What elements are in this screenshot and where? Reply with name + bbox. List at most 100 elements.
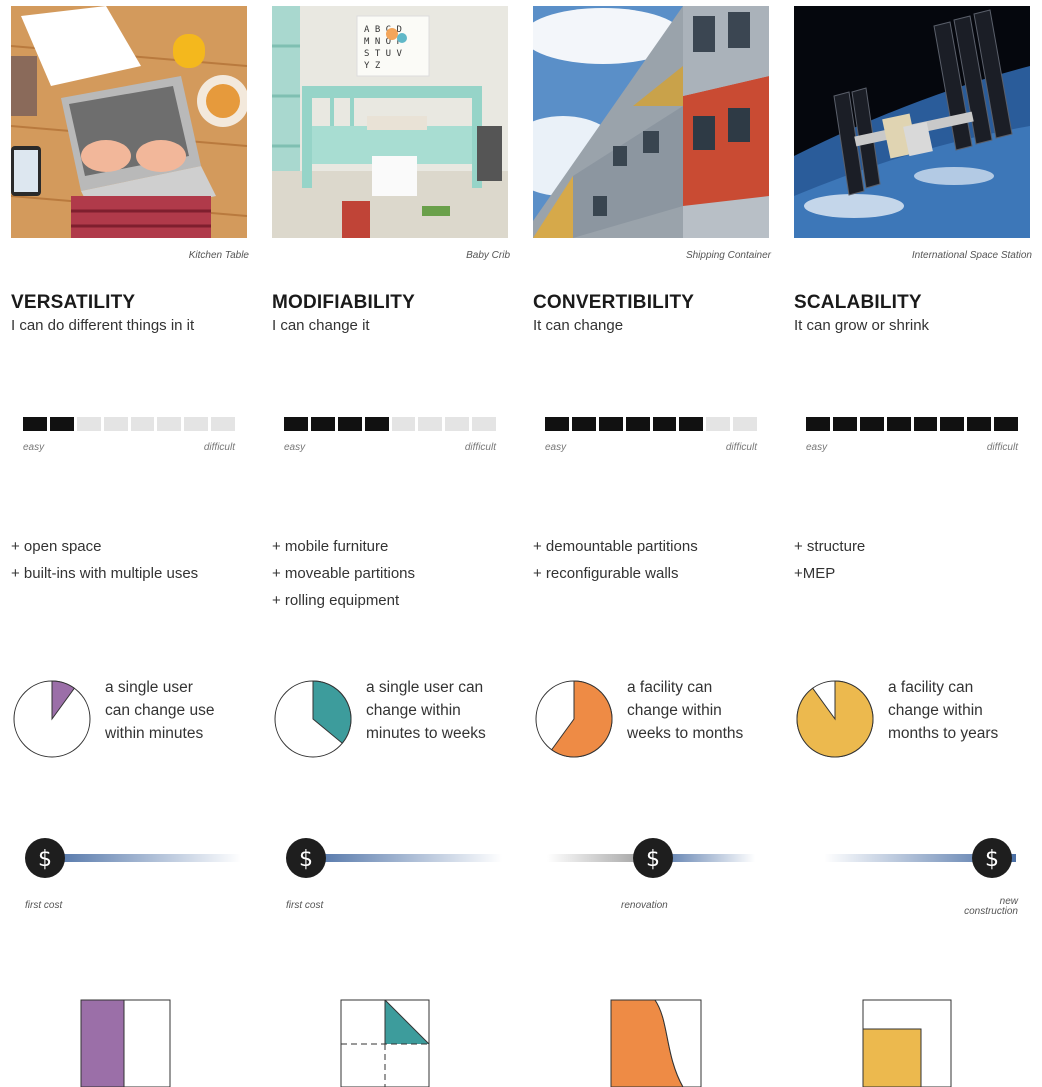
space-diagram-versatility	[80, 999, 171, 1087]
category-title: MODIFIABILITY	[272, 292, 415, 313]
cost-slider: $	[286, 838, 502, 878]
scale-segment-empty	[706, 417, 731, 431]
difficulty-scale	[806, 417, 1018, 431]
scale-segment-filled	[310, 417, 335, 431]
feature-list: + mobile furniture + moveable partitions…	[272, 533, 415, 614]
difficulty-scale	[284, 417, 496, 431]
scale-segment-empty	[445, 417, 470, 431]
scale-segment-empty	[733, 417, 757, 431]
pie-slice	[796, 680, 874, 758]
difficulty-scale	[23, 417, 235, 431]
photo-kitchen-table	[11, 6, 247, 238]
feature-item: + built-ins with multiple uses	[11, 565, 199, 582]
change-line: a single user	[105, 679, 193, 696]
photo-caption: International Space Station	[911, 250, 1032, 261]
change-line: a facility can	[627, 679, 713, 696]
scale-segment-filled	[364, 417, 389, 431]
feature-item: + demountable partitions	[533, 538, 698, 555]
cost-label: new construction	[944, 897, 1018, 917]
scale-segment-empty	[184, 417, 209, 431]
scale-difficult-label: difficult	[725, 442, 757, 453]
category-subtitle: It can change	[533, 317, 624, 334]
feature-list: + open space + built-ins with multiple u…	[11, 533, 198, 587]
change-line: can change use	[105, 702, 215, 719]
scale-segment-filled	[994, 417, 1018, 431]
dollar-symbol: $	[38, 847, 52, 872]
scale-segment-filled	[679, 417, 704, 431]
scale-segment-filled	[23, 417, 47, 431]
cost-label: renovation	[621, 900, 668, 911]
space-diagram-modifiability	[340, 999, 430, 1087]
scale-segment-empty	[418, 417, 443, 431]
category-title: SCALABILITY	[794, 292, 922, 313]
change-line: a facility can	[888, 679, 974, 696]
scale-easy-label: easy	[806, 442, 828, 453]
photo-baby-crib: A B C D M N O P S T U V Y Z	[272, 6, 508, 238]
scale-segment-empty	[130, 417, 155, 431]
scale-difficult-label: difficult	[203, 442, 235, 453]
feature-item: + moveable partitions	[272, 565, 415, 582]
cost-label-line: construction	[964, 906, 1018, 917]
scale-segment-empty	[472, 417, 496, 431]
scale-easy-label: easy	[23, 442, 45, 453]
cost-bar	[45, 854, 241, 862]
scale-segment-filled	[284, 417, 308, 431]
change-line: change within	[888, 702, 983, 719]
scale-segment-empty	[211, 417, 235, 431]
scale-segment-filled	[940, 417, 965, 431]
category-subtitle: I can do different things in it	[11, 317, 195, 334]
change-time-pie	[274, 680, 352, 758]
scale-segment-empty	[391, 417, 416, 431]
scale-segment-filled	[913, 417, 938, 431]
feature-item: + reconfigurable walls	[533, 565, 679, 582]
space-diagram-convertibility	[610, 999, 702, 1087]
scale-segment-filled	[886, 417, 911, 431]
dollar-symbol: $	[985, 847, 999, 872]
space-diagram-scalability	[862, 999, 952, 1087]
scale-segment-filled	[571, 417, 596, 431]
photo-caption: Shipping Container	[685, 250, 771, 261]
category-subtitle: It can grow or shrink	[794, 317, 930, 334]
svg-text:Y Z: Y Z	[364, 61, 381, 71]
photo-space-station	[794, 6, 1030, 238]
change-description: a single user can change use within minu…	[105, 676, 251, 745]
feature-list: + demountable partitions + reconfigurabl…	[533, 533, 698, 587]
change-line: change within	[627, 702, 722, 719]
column-versatility: Kitchen Table VERSATILITY I can do diffe…	[11, 0, 249, 1087]
cost-slider: $	[547, 838, 755, 878]
change-description: a facility can change within weeks to mo…	[627, 676, 773, 745]
cost-slider: $	[824, 838, 1016, 878]
feature-item: + open space	[11, 538, 102, 555]
scale-easy-label: easy	[545, 442, 567, 453]
change-time-pie	[796, 680, 874, 758]
scale-segment-empty	[157, 417, 182, 431]
change-line: change within	[366, 702, 461, 719]
column-scalability: International Space Station SCALABILITY …	[794, 0, 1032, 1087]
feature-list: + structure +MEP	[794, 533, 865, 587]
scale-segment-empty	[103, 417, 128, 431]
scale-easy-label: easy	[284, 442, 306, 453]
change-time-pie	[13, 680, 91, 758]
scale-segment-filled	[967, 417, 992, 431]
photo-caption: Baby Crib	[466, 250, 510, 261]
dollar-symbol: $	[646, 847, 660, 872]
scale-segment-filled	[545, 417, 569, 431]
scale-segment-filled	[598, 417, 623, 431]
scale-segment-filled	[832, 417, 857, 431]
scale-segment-empty	[76, 417, 101, 431]
scale-segment-filled	[337, 417, 362, 431]
scale-segment-filled	[859, 417, 884, 431]
change-line: weeks to months	[627, 725, 744, 742]
scale-segment-filled	[625, 417, 650, 431]
cost-bar	[306, 854, 502, 862]
change-line: within minutes	[105, 725, 204, 742]
dollar-symbol: $	[299, 847, 313, 872]
change-description: a facility can change within months to y…	[888, 676, 1034, 745]
feature-item: +MEP	[794, 565, 836, 582]
feature-item: + structure	[794, 538, 866, 555]
change-line: a single user can	[366, 679, 484, 696]
feature-item: + mobile furniture	[272, 538, 389, 555]
cost-label: first cost	[25, 900, 63, 911]
change-time-pie	[535, 680, 613, 758]
column-convertibility: Shipping Container CONVERTIBILITY It can…	[533, 0, 771, 1087]
